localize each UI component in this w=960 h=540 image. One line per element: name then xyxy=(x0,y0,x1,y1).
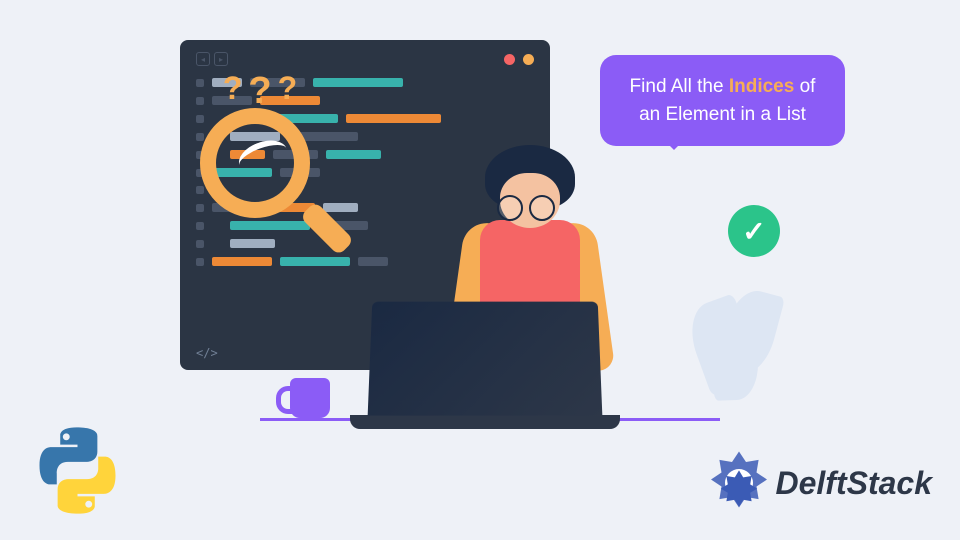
nav-arrows: ◂ ▸ xyxy=(196,52,228,66)
bubble-text-highlight: Indices xyxy=(729,76,794,97)
code-bracket-icon: </> xyxy=(196,346,218,360)
magnifying-glass-icon xyxy=(200,108,320,228)
delftstack-wordmark: DelftStack xyxy=(776,465,933,502)
plant-decoration xyxy=(685,280,785,420)
nav-back-icon: ◂ xyxy=(196,52,210,66)
editor-titlebar: ◂ ▸ xyxy=(196,52,534,66)
search-illustration: ? ? ? xyxy=(200,70,320,228)
coffee-mug-icon xyxy=(290,378,330,418)
question-mark-icon: ? xyxy=(278,70,298,113)
window-controls xyxy=(504,54,534,65)
laptop-illustration xyxy=(370,300,620,429)
glasses-icon xyxy=(497,195,555,221)
nav-forward-icon: ▸ xyxy=(214,52,228,66)
delftstack-emblem-icon xyxy=(704,448,774,518)
question-mark-icon: ? xyxy=(223,70,243,113)
minimize-dot-icon xyxy=(523,54,534,65)
python-logo-icon xyxy=(30,423,125,518)
question-mark-icon: ? xyxy=(248,70,271,113)
question-marks: ? ? ? xyxy=(200,70,320,113)
speech-bubble: Find All the Indices of an Element in a … xyxy=(600,55,845,146)
checkmark-badge-icon: ✓ xyxy=(728,205,780,257)
bubble-text-prefix: Find All the xyxy=(630,76,729,97)
delftstack-logo: DelftStack xyxy=(704,448,933,518)
close-dot-icon xyxy=(504,54,515,65)
